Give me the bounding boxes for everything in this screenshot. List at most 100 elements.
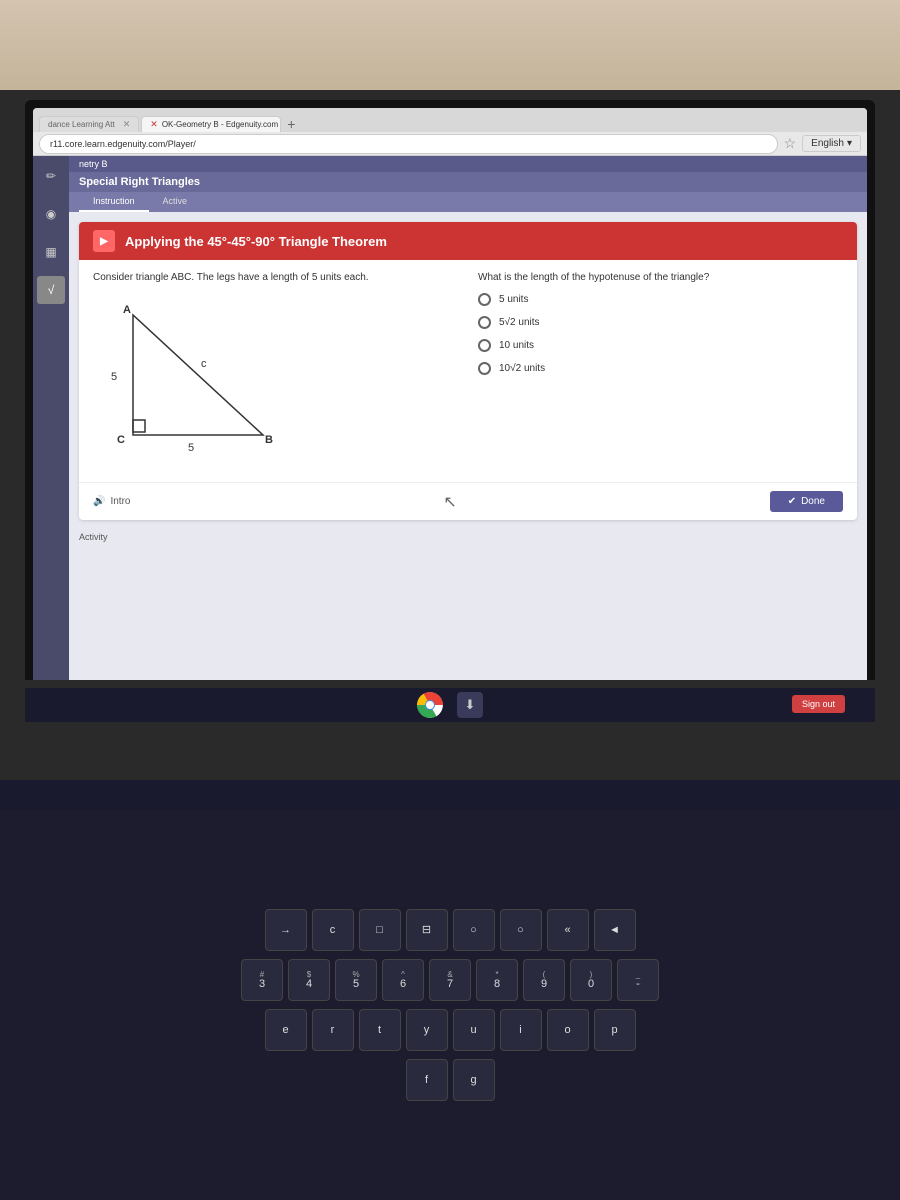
- chevron-down-icon: ▾: [847, 138, 852, 149]
- radio-4[interactable]: [478, 362, 491, 375]
- done-label: Done: [801, 496, 825, 507]
- key-g[interactable]: g: [453, 1059, 495, 1101]
- key-4[interactable]: $ 4: [288, 959, 330, 1001]
- page-tabs: Instruction Active: [69, 192, 867, 212]
- key-back[interactable]: ◄: [594, 909, 636, 951]
- tab-active-label: Active: [163, 196, 188, 206]
- key-arrow[interactable]: →: [265, 909, 307, 951]
- address-bar-row: r11.core.learn.edgenuity.com/Player/ ☆ E…: [33, 132, 867, 156]
- key-u[interactable]: u: [453, 1009, 495, 1051]
- key-r[interactable]: r: [312, 1009, 354, 1051]
- keyboard-area: → c □ ⊟ ○ ○ « ◄ # 3 $ 4 % 5 ^ 6 & 7 *: [0, 810, 900, 1200]
- intro-button[interactable]: 🔊 Intro: [93, 496, 130, 507]
- play-icon: ▶: [100, 236, 108, 247]
- answer-label-1: 5 units: [499, 294, 528, 305]
- key-circle1[interactable]: ○: [453, 909, 495, 951]
- sidebar-math-icon[interactable]: √: [37, 276, 65, 304]
- vertex-a-label: A: [123, 304, 131, 316]
- key-i[interactable]: i: [500, 1009, 542, 1051]
- english-label: English: [811, 138, 844, 149]
- triangle-diagram: A C B 5 5 c: [93, 295, 293, 465]
- key-9[interactable]: ( 9: [523, 959, 565, 1001]
- key-0[interactable]: ) 0: [570, 959, 612, 1001]
- key-t[interactable]: t: [359, 1009, 401, 1051]
- bookmark-icon[interactable]: ☆: [784, 135, 797, 152]
- key-minus[interactable]: _ -: [617, 959, 659, 1001]
- key-e[interactable]: e: [265, 1009, 307, 1051]
- key-p[interactable]: p: [594, 1009, 636, 1051]
- speaker-icon: 🔊: [93, 496, 105, 507]
- answer-label-4: 10√2 units: [499, 363, 545, 374]
- screen-bezel: dance Learning Att ✕ ✕ OK-Geometry B - E…: [25, 100, 875, 680]
- content-card: ▶ Applying the 45°-45°-90° Triangle Theo…: [79, 222, 857, 520]
- key-6[interactable]: ^ 6: [382, 959, 424, 1001]
- tab-inactive[interactable]: dance Learning Att ✕: [39, 116, 139, 132]
- radio-3[interactable]: [478, 339, 491, 352]
- keyboard-row-4: f g: [406, 1059, 495, 1101]
- key-8[interactable]: * 8: [476, 959, 518, 1001]
- key-dquote[interactable]: «: [547, 909, 589, 951]
- radio-2[interactable]: [478, 316, 491, 329]
- problem-text: Consider triangle ABC. The legs have a l…: [93, 272, 458, 283]
- cursor-icon: ↖: [443, 492, 456, 512]
- subject-bar: netry B: [69, 156, 867, 172]
- card-body: Consider triangle ABC. The legs have a l…: [79, 260, 857, 482]
- download-symbol: ⬇: [465, 697, 476, 713]
- side-ac-label: 5: [111, 371, 117, 383]
- answer-option-3[interactable]: 10 units: [478, 339, 843, 352]
- key-5[interactable]: % 5: [335, 959, 377, 1001]
- activity-label: Activity: [69, 530, 867, 544]
- answer-label-2: 5√2 units: [499, 317, 540, 328]
- new-tab-button[interactable]: +: [283, 116, 299, 132]
- answer-option-2[interactable]: 5√2 units: [478, 316, 843, 329]
- key-square[interactable]: □: [359, 909, 401, 951]
- key-o[interactable]: o: [547, 1009, 589, 1051]
- section-title: Special Right Triangles: [69, 172, 867, 192]
- chrome-icon[interactable]: [417, 692, 443, 718]
- tab-active[interactable]: ✕ OK-Geometry B - Edgenuity.com ✕: [141, 116, 281, 132]
- card-header-icon: ▶: [93, 230, 115, 252]
- tab-instruction[interactable]: Instruction: [79, 192, 149, 212]
- radio-1[interactable]: [478, 293, 491, 306]
- sidebar-grid-icon[interactable]: ▦: [37, 238, 65, 266]
- subject-label: netry B: [79, 159, 108, 169]
- key-7[interactable]: & 7: [429, 959, 471, 1001]
- key-f[interactable]: f: [406, 1059, 448, 1101]
- english-language-button[interactable]: English ▾: [802, 135, 861, 152]
- address-bar[interactable]: r11.core.learn.edgenuity.com/Player/: [39, 134, 778, 154]
- tab-close-inactive[interactable]: ✕: [123, 119, 131, 130]
- main-content: ✏ ◉ ▦ √ netry B Special Right Triangles: [33, 156, 867, 680]
- answer-option-1[interactable]: 5 units: [478, 293, 843, 306]
- key-c[interactable]: c: [312, 909, 354, 951]
- key-split[interactable]: ⊟: [406, 909, 448, 951]
- key-y[interactable]: y: [406, 1009, 448, 1051]
- download-icon[interactable]: ⬇: [457, 692, 483, 718]
- answer-option-4[interactable]: 10√2 units: [478, 362, 843, 375]
- browser-window: dance Learning Att ✕ ✕ OK-Geometry B - E…: [33, 108, 867, 680]
- sign-out-label: Sign out: [802, 699, 835, 709]
- answers-area: What is the length of the hypotenuse of …: [478, 272, 843, 470]
- address-text: r11.core.learn.edgenuity.com/Player/: [50, 139, 196, 149]
- sign-out-button[interactable]: Sign out: [792, 695, 845, 713]
- vertex-b-label: B: [265, 434, 273, 446]
- answer-label-3: 10 units: [499, 340, 534, 351]
- room-background: [0, 0, 900, 90]
- activity-text: Activity: [79, 532, 108, 542]
- card-footer: 🔊 Intro ↖ ✔ Done: [79, 482, 857, 520]
- sidebar-audio-icon[interactable]: ◉: [37, 200, 65, 228]
- tab-bar: dance Learning Att ✕ ✕ OK-Geometry B - E…: [33, 108, 867, 132]
- sidebar-edit-icon[interactable]: ✏: [37, 162, 65, 190]
- tab-label-active: OK-Geometry B - Edgenuity.com: [162, 120, 278, 129]
- intro-label: Intro: [110, 496, 130, 507]
- key-circle2[interactable]: ○: [500, 909, 542, 951]
- section-title-text: Special Right Triangles: [79, 176, 200, 188]
- key-3[interactable]: # 3: [241, 959, 283, 1001]
- tab-label-inactive: dance Learning Att: [48, 120, 115, 129]
- side-ab-label: c: [201, 358, 207, 370]
- card-header: ▶ Applying the 45°-45°-90° Triangle Theo…: [79, 222, 857, 260]
- done-button[interactable]: ✔ Done: [770, 491, 843, 512]
- left-sidebar: ✏ ◉ ▦ √: [33, 156, 69, 680]
- side-cb-label: 5: [188, 442, 194, 454]
- tab-active-tab[interactable]: Active: [149, 192, 202, 212]
- tab-instruction-label: Instruction: [93, 196, 135, 206]
